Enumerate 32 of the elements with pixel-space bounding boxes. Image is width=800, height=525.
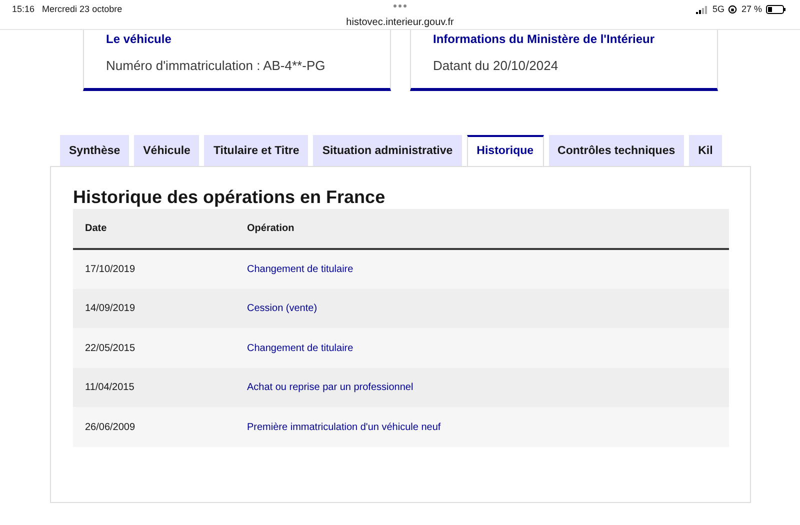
more-icon[interactable]	[393, 4, 407, 8]
tab[interactable]: Contrôles techniques	[548, 134, 684, 166]
operation-link[interactable]: Cession (vente)	[247, 303, 318, 314]
date-cell: 22/05/2015	[73, 328, 235, 368]
network-label: 5G	[712, 3, 724, 16]
battery-icon	[766, 5, 786, 14]
tab[interactable]: Synthèse	[60, 134, 130, 166]
section-title: Historique des opérations en France	[73, 186, 386, 208]
date-cell: 17/10/2019	[73, 249, 235, 289]
column-header: Opération	[235, 209, 729, 250]
operation-link[interactable]: Première immatriculation d'un véhicule neuf	[247, 422, 441, 433]
tab[interactable]: Kil	[689, 134, 722, 166]
card-text: Numéro d'immatriculation : AB-4**-PG	[106, 57, 326, 75]
card-title: Le véhicule	[106, 31, 172, 48]
column-header: Date	[73, 209, 235, 250]
clock: 15:16	[12, 4, 35, 14]
url-text[interactable]: histovec.interieur.gouv.fr	[346, 17, 454, 28]
signal-icon	[696, 6, 708, 14]
card-title: Informations du Ministère de l'Intérieur	[433, 31, 656, 48]
battery-label: 27 %	[741, 3, 762, 16]
operation-link[interactable]: Changement de titulaire	[247, 264, 354, 276]
date-cell: 14/09/2019	[73, 288, 235, 328]
tab[interactable]: Situation administrative	[313, 134, 462, 166]
operation-link[interactable]: Changement de titulaire	[247, 342, 354, 354]
operation-link[interactable]: Achat ou reprise par un professionnel	[247, 382, 414, 394]
tab[interactable]: Historique	[466, 134, 544, 166]
date-cell: 11/04/2015	[73, 368, 235, 408]
date-cell: 26/06/2009	[73, 407, 235, 447]
date: Mercredi 23 octobre	[42, 4, 122, 14]
tab[interactable]: Véhicule	[134, 134, 200, 166]
card-text: Datant du 20/10/2024	[433, 57, 560, 75]
tab[interactable]: Titulaire et Titre	[204, 134, 308, 166]
